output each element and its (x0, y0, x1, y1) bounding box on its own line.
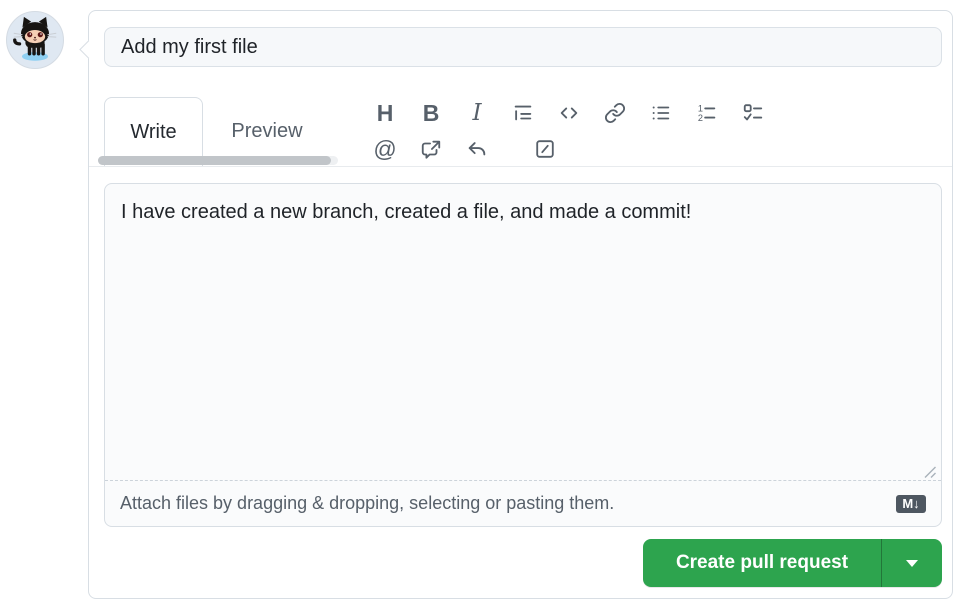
slash-command-icon[interactable] (534, 134, 556, 164)
markdown-toolbar-row-1: H B I (374, 98, 764, 128)
heading-icon[interactable]: H (374, 98, 396, 128)
create-pull-request-button[interactable]: Create pull request (643, 539, 881, 587)
code-icon[interactable] (558, 98, 580, 128)
unordered-list-icon[interactable] (650, 98, 672, 128)
octocat-icon (7, 12, 63, 68)
markdown-toolbar-row-2: @ (374, 134, 556, 164)
attach-files-area[interactable]: Attach files by dragging & dropping, sel… (105, 480, 941, 526)
pr-title-input[interactable] (104, 27, 942, 67)
mention-icon[interactable]: @ (374, 134, 396, 164)
cross-reference-icon[interactable] (420, 134, 442, 164)
textarea-resize-handle[interactable] (922, 464, 938, 480)
toolbar-scrollbar-thumb[interactable] (98, 156, 331, 165)
user-avatar[interactable] (6, 11, 64, 69)
create-pull-request-split-button: Create pull request (643, 539, 942, 587)
chevron-down-icon (906, 560, 918, 567)
quote-icon[interactable] (512, 98, 534, 128)
pr-compose-page: Write Preview H B I (0, 0, 966, 608)
create-pull-request-dropdown[interactable] (882, 539, 942, 587)
comment-editor: I have created a new branch, created a f… (104, 183, 942, 527)
speech-bubble-notch (79, 40, 97, 58)
task-list-icon[interactable] (742, 98, 764, 128)
bold-icon[interactable]: B (420, 98, 442, 128)
italic-icon[interactable]: I (466, 98, 488, 128)
ordered-list-icon[interactable]: 1 2 (696, 98, 718, 128)
reply-icon[interactable] (466, 134, 488, 164)
link-icon[interactable] (604, 98, 626, 128)
pr-compose-card: Write Preview H B I (88, 10, 953, 599)
attach-hint-text: Attach files by dragging & dropping, sel… (120, 493, 614, 514)
comment-body-textarea[interactable]: I have created a new branch, created a f… (105, 184, 941, 480)
markdown-supported-icon[interactable]: M↓ (896, 495, 926, 513)
svg-text:2: 2 (698, 113, 703, 123)
